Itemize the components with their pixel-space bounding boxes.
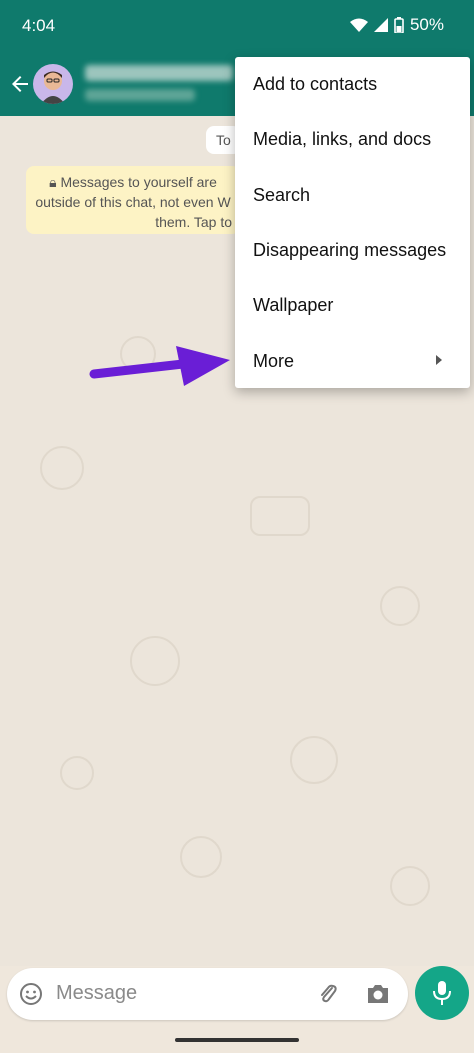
- avatar[interactable]: [33, 64, 73, 104]
- wallpaper-doodle: [40, 446, 84, 490]
- wallpaper-doodle: [180, 836, 222, 878]
- wallpaper-doodle: [390, 866, 430, 906]
- menu-item-media-links-docs[interactable]: Media, links, and docs: [235, 112, 470, 167]
- contact-name-blurred[interactable]: [85, 62, 235, 106]
- notice-line: outside of this chat, not even W: [35, 194, 231, 210]
- contact-name-redacted: [85, 65, 233, 81]
- avatar-person-icon: [41, 71, 65, 104]
- submenu-arrow-icon: [436, 355, 442, 366]
- menu-item-more[interactable]: More: [235, 333, 470, 388]
- menu-item-search[interactable]: Search: [235, 168, 470, 223]
- emoji-icon[interactable]: [19, 982, 43, 1006]
- battery-level: 50%: [409, 15, 444, 34]
- message-input[interactable]: Message: [56, 982, 137, 1005]
- notice-line: 🔒︎ Messages to yourself are: [49, 174, 217, 190]
- encryption-notice[interactable]: 🔒︎ Messages to yourself are outside of t…: [26, 166, 240, 234]
- annotation-arrow-icon: [89, 346, 230, 386]
- wallpaper-doodle: [130, 636, 180, 686]
- overflow-menu: Add to contacts Media, links, and docs S…: [235, 57, 470, 388]
- status-icons: 50%: [349, 15, 444, 35]
- camera-icon[interactable]: [365, 982, 391, 1006]
- contact-subtitle-redacted: [85, 89, 195, 101]
- attach-icon[interactable]: [316, 982, 340, 1006]
- battery-icon: [394, 17, 404, 33]
- back-arrow-icon[interactable]: [8, 72, 32, 96]
- menu-item-disappearing-messages[interactable]: Disappearing messages: [235, 223, 470, 278]
- voice-message-button[interactable]: [415, 966, 469, 1020]
- message-composer: Message: [7, 968, 408, 1020]
- home-indicator[interactable]: [175, 1038, 299, 1042]
- microphone-icon: [433, 981, 451, 1005]
- wallpaper-doodle: [380, 586, 420, 626]
- wallpaper-doodle: [290, 736, 338, 784]
- wallpaper-doodle: [60, 756, 94, 790]
- lock-icon: 🔒︎: [49, 174, 61, 190]
- wifi-icon: [349, 18, 368, 32]
- status-bar: 4:04 50%: [0, 0, 474, 52]
- menu-item-more-label: More: [253, 350, 295, 371]
- status-time: 4:04: [22, 16, 56, 35]
- notice-line: them. Tap to: [155, 214, 232, 230]
- menu-item-add-to-contacts[interactable]: Add to contacts: [235, 57, 470, 112]
- menu-item-wallpaper[interactable]: Wallpaper: [235, 278, 470, 333]
- signal-icon: [373, 18, 388, 32]
- wallpaper-doodle: [250, 496, 310, 536]
